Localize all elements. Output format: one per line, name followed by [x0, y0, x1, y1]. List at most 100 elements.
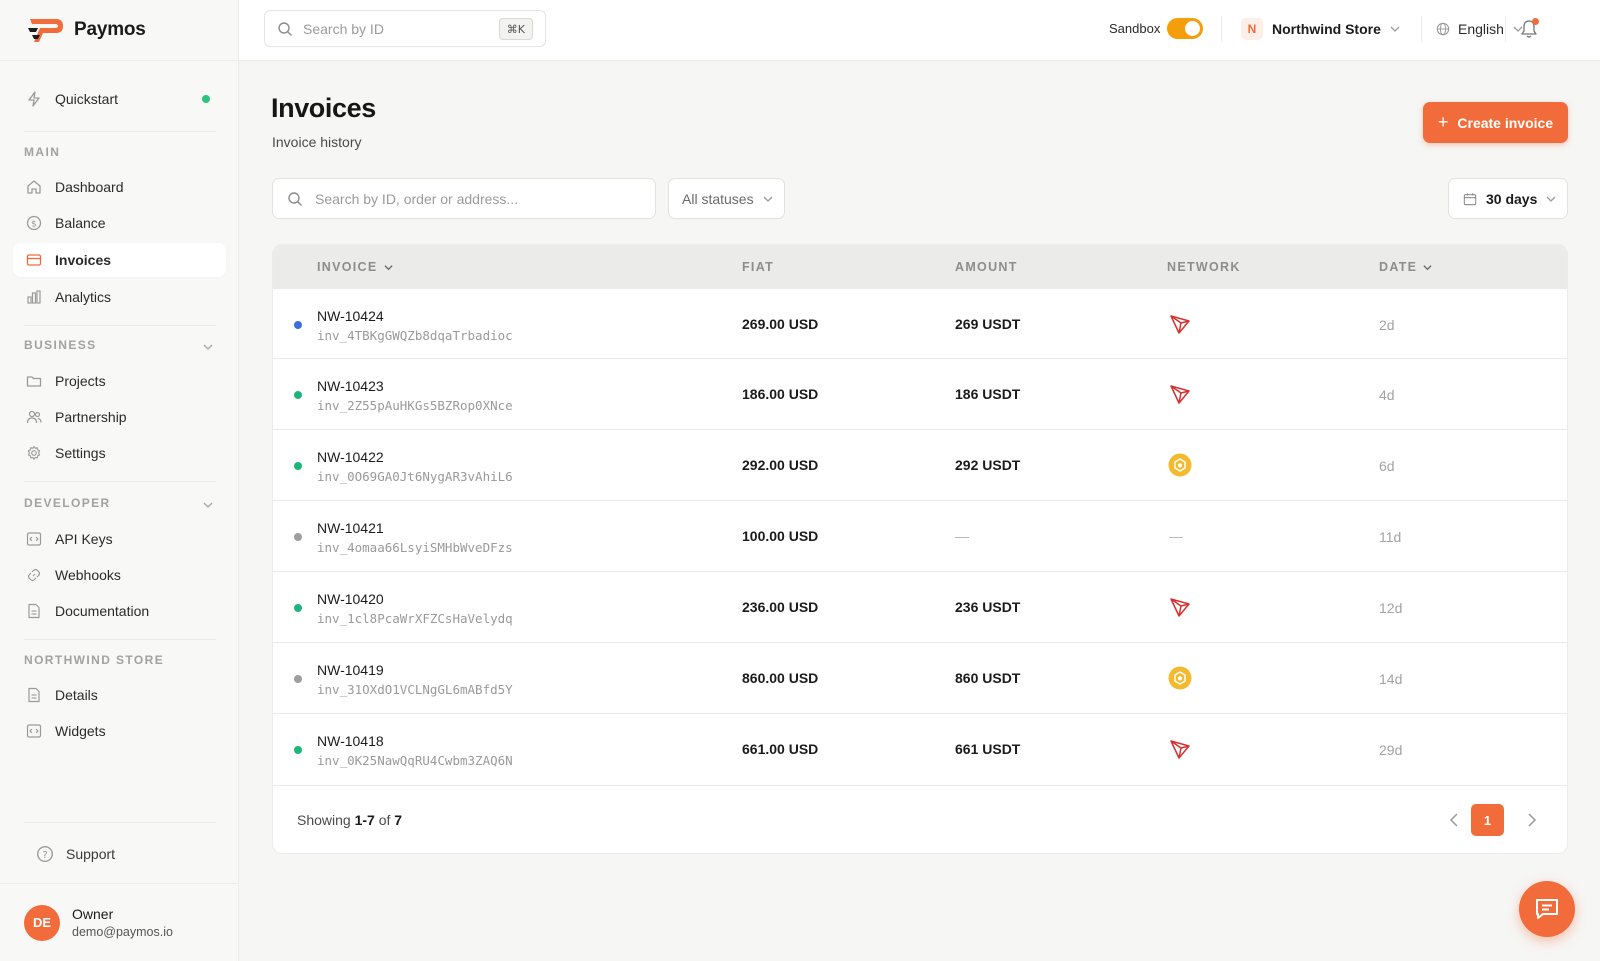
global-search-input[interactable]: Search by ID ⌘K	[264, 10, 546, 47]
toggle-knob	[1185, 21, 1200, 36]
status-dot	[294, 391, 302, 399]
table-row[interactable]: NW-10418 inv_0K25NawQqRU4Cwbm3ZAQ6N 661.00…	[273, 713, 1567, 784]
status-dot	[294, 462, 302, 470]
fiat-value: 661.00 USD	[742, 741, 819, 757]
separator	[1221, 16, 1222, 42]
sidebar-item-dashboard[interactable]: Dashboard	[13, 170, 226, 204]
code-box-icon	[25, 530, 43, 548]
date-value: 11d	[1379, 529, 1402, 545]
table-row[interactable]: NW-10422 inv_0O69GA0Jt6NygAR3vAhiL6 292.00…	[273, 429, 1567, 500]
sidebar-item-quickstart[interactable]: Quickstart	[13, 82, 226, 116]
chevron-down-icon	[1390, 26, 1400, 32]
status-dot	[294, 604, 302, 612]
search-icon	[288, 191, 302, 206]
support-link[interactable]: ? Support	[24, 837, 224, 871]
invoice-id[interactable]: NW-10420	[317, 591, 384, 607]
sidebar-item-balance[interactable]: $ Balance	[13, 206, 226, 240]
column-header-label: NETWORK	[1167, 260, 1241, 274]
search-placeholder: Search by ID, order or address...	[315, 190, 519, 207]
sidebar-item-api-keys[interactable]: API Keys	[13, 522, 226, 556]
svg-text:$: $	[31, 220, 37, 230]
invoice-id[interactable]: NW-10421	[317, 520, 384, 536]
separator	[1505, 16, 1506, 42]
brand[interactable]: Paymos	[0, 0, 238, 61]
section-label-developer: DEVELOPER	[24, 496, 111, 510]
invoices-table: INVOICE FIAT AMOUNT NETWORK DATE NW-1042…	[272, 244, 1568, 854]
invoice-id[interactable]: NW-10418	[317, 733, 384, 749]
column-header-amount: AMOUNT	[955, 260, 1018, 274]
sidebar-item-label: Analytics	[55, 289, 112, 305]
date-range-value: 30 days	[1486, 190, 1538, 207]
table-row[interactable]: NW-10423 inv_2Z55pAuHKGs5BZRop0XNce 186.00…	[273, 358, 1567, 429]
sidebar-item-details[interactable]: Details	[13, 678, 226, 712]
amount-value: 236 USDT	[955, 599, 1021, 615]
divider	[24, 639, 216, 640]
date-value: 14d	[1379, 671, 1403, 687]
home-icon	[25, 178, 43, 196]
document-icon	[25, 602, 43, 620]
help-circle-icon: ?	[37, 846, 53, 862]
sidebar-item-label: Widgets	[55, 723, 106, 739]
table-row[interactable]: NW-10419 inv_31OXdO1VCLNgGL6mABfd5Y 860.00…	[273, 642, 1567, 713]
invoice-ref: inv_4TBKgGWQZb8dqaTrbadioc	[317, 328, 513, 343]
date-range-select[interactable]: 30 days	[1448, 178, 1568, 219]
section-label-store: NORTHWIND STORE	[24, 653, 165, 667]
fiat-value: 292.00 USD	[742, 457, 819, 473]
page-button-current[interactable]: 1	[1471, 804, 1504, 836]
section-label-main: MAIN	[24, 145, 61, 159]
quickstart-status-dot	[202, 95, 210, 103]
invoice-search-input[interactable]: Search by ID, order or address...	[272, 178, 656, 219]
status-filter-value: All statuses	[682, 190, 754, 207]
invoice-ref: inv_4omaa66LsyiSMHbWveDFzs	[317, 540, 513, 555]
showing-range: 1-7	[354, 812, 375, 828]
create-invoice-button[interactable]: + Create invoice	[1423, 102, 1568, 143]
invoice-id[interactable]: NW-10423	[317, 378, 384, 394]
create-invoice-label: Create invoice	[1457, 114, 1554, 131]
table-row[interactable]: NW-10420 inv_1cl8PcaWrXFZCsHaVelydq 236.00…	[273, 571, 1567, 642]
sidebar-item-partnership[interactable]: Partnership	[13, 400, 226, 434]
table-row[interactable]: NW-10421 inv_4omaa66LsyiSMHbWveDFzs 100.00…	[273, 500, 1567, 571]
tron-network-icon	[1170, 315, 1190, 334]
dollar-circle-icon: $	[25, 214, 43, 232]
status-filter-select[interactable]: All statuses	[668, 178, 785, 219]
invoice-id[interactable]: NW-10424	[317, 308, 384, 324]
section-label-business: BUSINESS	[24, 338, 97, 352]
chat-button[interactable]	[1519, 881, 1575, 937]
shortcut-hint: ⌘K	[498, 18, 533, 40]
tron-network-icon	[1170, 598, 1190, 617]
search-icon	[278, 21, 292, 36]
table-row[interactable]: NW-10424 inv_4TBKgGWQZb8dqaTrbadioc 269.00…	[273, 288, 1567, 359]
amount-value: 292 USDT	[955, 457, 1021, 473]
sandbox-toggle[interactable]	[1167, 18, 1203, 39]
sidebar-item-invoices[interactable]: Invoices	[13, 243, 226, 277]
invoice-id[interactable]: NW-10419	[317, 662, 384, 678]
column-header-date[interactable]: DATE	[1379, 260, 1432, 274]
paymos-logo-icon	[28, 19, 63, 42]
status-dot	[294, 321, 302, 329]
sidebar-item-label: Invoices	[55, 252, 112, 268]
avatar: DE	[24, 904, 60, 941]
chevron-down-icon[interactable]	[203, 500, 213, 510]
sidebar-item-widgets[interactable]: Widgets	[13, 714, 226, 748]
date-value: 2d	[1379, 317, 1395, 333]
sidebar-item-settings[interactable]: Settings	[13, 436, 226, 470]
chevron-right-icon[interactable]	[1523, 811, 1539, 829]
plus-icon: +	[1437, 112, 1449, 132]
sidebar-item-projects[interactable]: Projects	[13, 364, 226, 398]
chat-icon	[1536, 899, 1558, 919]
status-dot	[294, 675, 302, 683]
sidebar-item-documentation[interactable]: Documentation	[13, 594, 226, 628]
sidebar-item-webhooks[interactable]: Webhooks	[13, 558, 226, 592]
chevron-down-icon[interactable]	[203, 342, 213, 352]
sidebar: Paymos Quickstart MAIN Dashboard $ Balan…	[0, 0, 239, 961]
invoice-id[interactable]: NW-10422	[317, 449, 384, 465]
sidebar-item-analytics[interactable]: Analytics	[13, 280, 226, 314]
column-header-invoice[interactable]: INVOICE	[317, 260, 393, 274]
store-switcher[interactable]: N Northwind Store	[1241, 16, 1400, 42]
sidebar-item-label: Settings	[55, 445, 106, 461]
language-switcher[interactable]: English	[1436, 16, 1523, 42]
chevron-left-icon[interactable]	[1447, 811, 1463, 829]
column-header-label: INVOICE	[317, 260, 378, 274]
globe-icon	[1436, 22, 1450, 36]
user-profile[interactable]: DE Owner demo@paymos.io	[0, 883, 239, 961]
